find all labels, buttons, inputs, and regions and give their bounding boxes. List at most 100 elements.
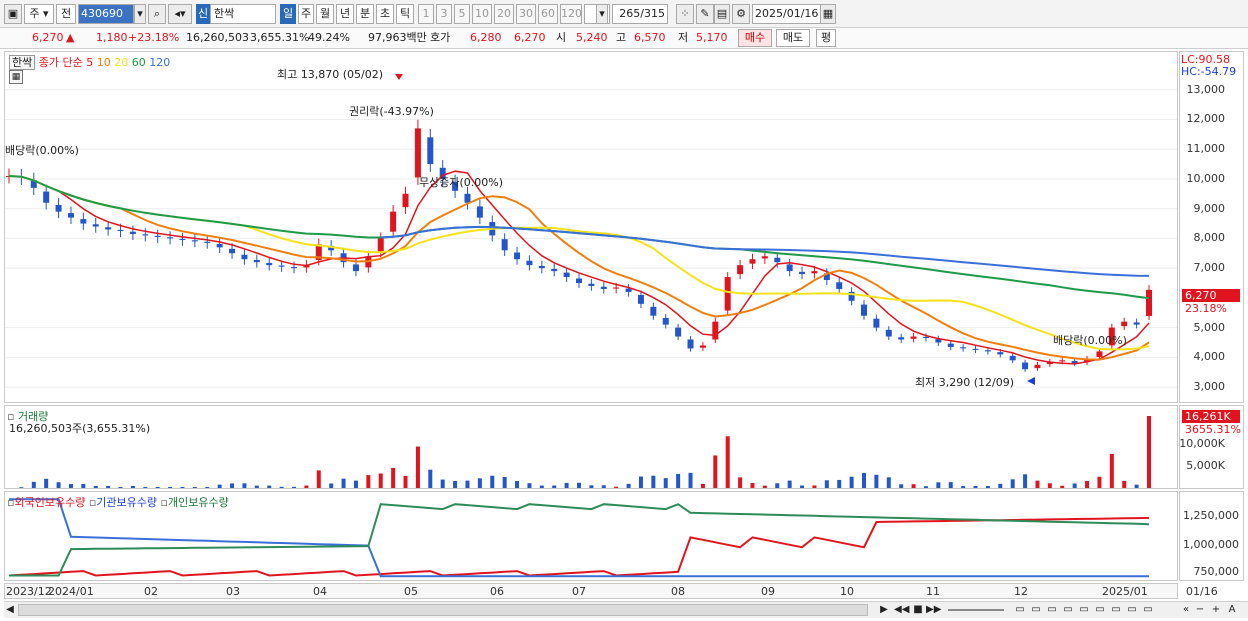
count-30-button[interactable]: 30 [516,4,536,24]
layout-icon-6[interactable]: ▭ [1094,603,1106,617]
volume-ratio: 3,655.31% [250,31,310,44]
scroll-left-icon[interactable]: ◀ [4,603,16,617]
volume-bar [713,455,718,488]
x-label-2025-01: 2025/01 [1102,585,1148,598]
candle-body [377,238,384,252]
layout-icon-8[interactable]: ▭ [1126,603,1138,617]
layout-icon-3[interactable]: ▭ [1046,603,1058,617]
chart-scrollbar[interactable]: ◀ ▶ ◀◀ ■ ▶▶ ▭ ▭ ▭ ▭ ▭ ▭ ▭ ▭ ▭ « − + A [4,601,1248,618]
count-10-button[interactable]: 10 [472,4,492,24]
count-60-button[interactable]: 60 [538,4,558,24]
count-120-button[interactable]: 120 [560,4,582,24]
price-chart-panel[interactable]: 한싹 종가 단순 5 10 20 60 120 ▦ 최고 13,870 (05/… [4,51,1178,403]
calculator-icon[interactable]: ▦ [9,70,23,84]
low-price: 5,170 [696,31,728,44]
search-icon[interactable]: ⌕ [148,4,166,24]
x-label-2024-01: 2024/01 [48,585,94,598]
layout-icon-2[interactable]: ▭ [1030,603,1042,617]
dividend-annotation-1: 배당락(0.00%) [5,144,79,157]
grid-icon[interactable]: ⁘ [676,4,694,24]
period-select[interactable]: 주 ▾ [24,4,54,24]
font-size-icon[interactable]: A [1226,603,1238,617]
candle-body [253,259,260,263]
stock-name-field[interactable]: 한싹 [210,4,276,24]
volume-bar [601,485,606,488]
count-1-button[interactable]: 1 [418,4,434,24]
volume-bar [81,483,86,488]
volume-bar [564,482,569,488]
volume-scale: 16,261K 3655.31% 10,000K 5,000K [1179,405,1244,489]
collapse-icon[interactable]: « [1180,603,1192,617]
interval-second-button[interactable]: 초 [376,4,394,24]
candle-body [885,329,892,337]
layout-icon-9[interactable]: ▭ [1142,603,1154,617]
volume-bar [812,485,817,488]
volume-bar [824,480,829,488]
stop-icon[interactable]: ■ [912,603,924,617]
code-dropdown-icon[interactable]: ▾ [134,4,146,24]
candle-body [563,272,570,278]
save-icon[interactable]: ▤ [714,4,730,24]
individual-legend: 개인보유수량 [167,496,229,509]
interval-month-button[interactable]: 월 [316,4,334,24]
stock-code-input[interactable]: 430690 [78,4,134,24]
volume-bar [725,436,730,488]
window-menu-icon[interactable]: ▣ [4,4,22,24]
candle-body [1059,360,1066,362]
low-marker-icon [1027,377,1035,385]
price-tick-7: 5,000 [1193,320,1226,334]
zoom-slider[interactable] [948,609,1004,611]
gear-icon[interactable]: ⚙ [732,4,750,24]
count-5-button[interactable]: 5 [454,4,470,24]
price-chart[interactable] [5,52,1178,403]
buy-button[interactable]: 매수 [738,29,772,47]
rewind-icon[interactable]: ◀◀ [894,603,909,617]
volume-bar [527,483,532,488]
sell-button[interactable]: 매도 [776,29,810,47]
layout-icon-4[interactable]: ▭ [1062,603,1074,617]
interval-year-button[interactable]: 년 [336,4,354,24]
volume-bar [292,486,296,488]
layout-icon-5[interactable]: ▭ [1078,603,1090,617]
volume-chart[interactable] [5,406,1178,489]
candle-body [92,224,99,227]
candle-body [910,336,917,339]
volume-bar [242,483,247,488]
count-dropdown-icon[interactable]: ▾ [596,4,608,24]
candle-body [427,137,434,165]
x-label-05: 05 [404,585,418,598]
candle-body [799,271,806,275]
layout-icon-7[interactable]: ▭ [1110,603,1122,617]
scroll-right-icon[interactable]: ▶ [878,603,890,617]
count-3-button[interactable]: 3 [436,4,452,24]
speaker-icon[interactable]: ◂▾ [168,4,192,24]
zoom-out-icon[interactable]: − [1194,603,1206,617]
date-input[interactable]: 2025/01/16 [752,4,822,24]
holdings-panel[interactable]: ▫외국인보유수량 ▫기관보유수량 ▫개인보유수량 [4,491,1178,581]
avg-button[interactable]: 평 [816,29,836,47]
candle-body [650,306,657,316]
count-20-button[interactable]: 20 [494,4,514,24]
candle-body [179,238,186,240]
fast-forward-icon[interactable]: ▶▶ [926,603,941,617]
interval-week-button[interactable]: 주 [298,4,314,24]
prev-button[interactable]: 전 [56,4,76,24]
volume-bar [515,481,520,488]
volume-bar [440,479,445,488]
layout-icon-1[interactable]: ▭ [1014,603,1026,617]
scroll-thumb[interactable] [18,604,868,616]
page-position: 265/315 [612,4,668,24]
price-scale: LC:90.58 HC:-54.79 13,000 12,000 11,000 10,… [1179,51,1244,403]
calendar-icon[interactable]: ▦ [820,4,836,24]
draw-tool-icon[interactable]: ✎ [696,4,714,24]
volume-panel[interactable]: ▫ 거래량 16,260,503주(3,655.31%) [4,405,1178,489]
ma-period-list: 5 10 20 60 120 [86,56,170,69]
interval-minute-button[interactable]: 분 [356,4,374,24]
zoom-in-icon[interactable]: + [1210,603,1222,617]
period-label: 주 [29,7,40,20]
volume-bar [230,483,235,488]
volume-bar [700,483,705,488]
interval-tick-button[interactable]: 틱 [396,4,414,24]
institution-holdings-line [9,498,1149,578]
interval-day-button[interactable]: 일 [280,4,296,24]
